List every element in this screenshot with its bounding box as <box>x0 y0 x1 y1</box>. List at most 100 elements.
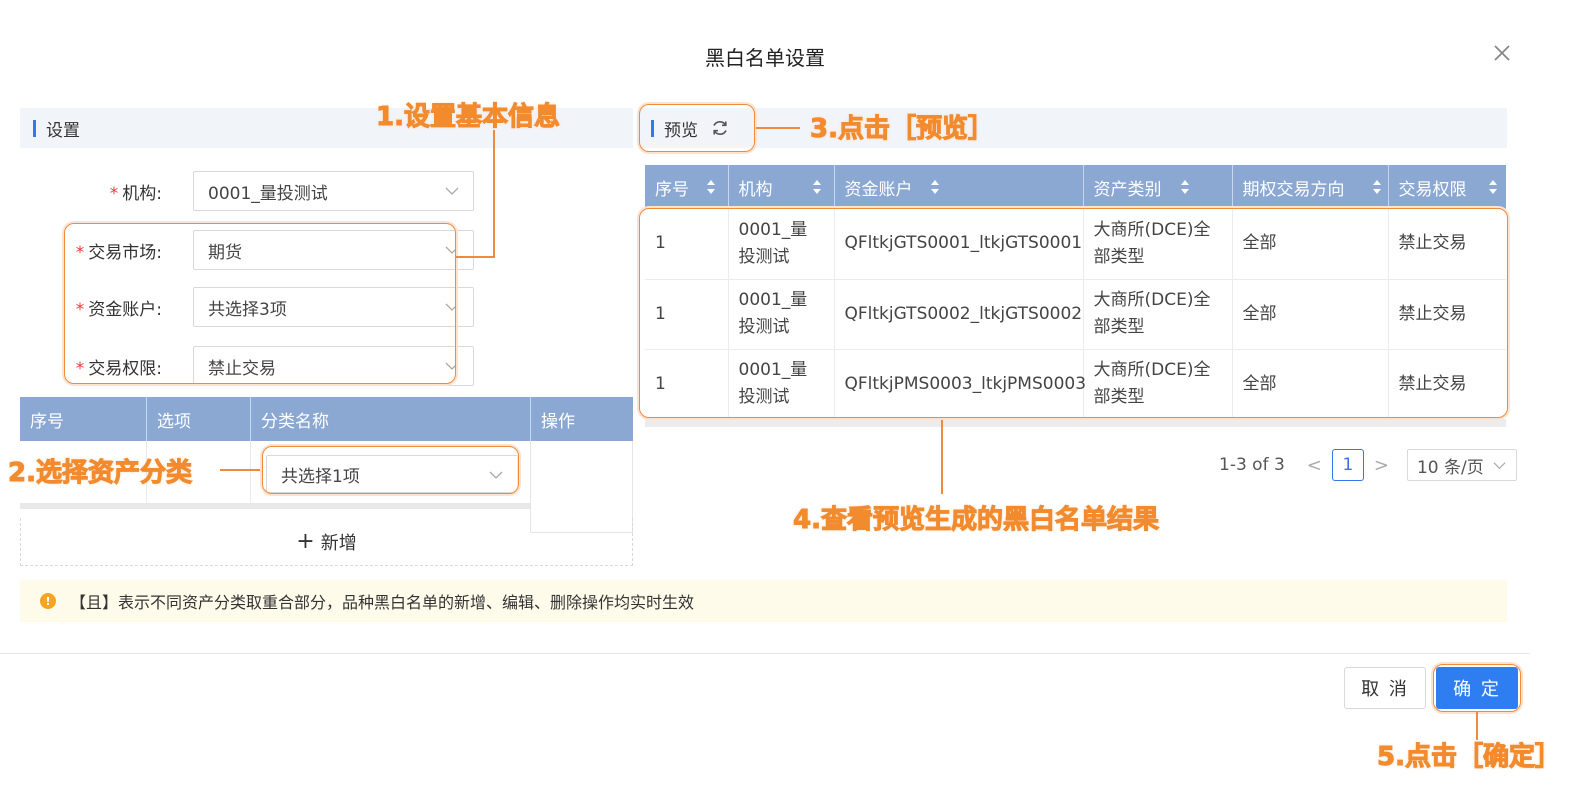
add-category-label: 新增 <box>320 532 357 554</box>
cell-account: QFltkjGTS0002_ltkjGTS0002 <box>834 279 1084 350</box>
annotation-step1: 1.设置基本信息 <box>376 102 561 133</box>
account-select[interactable]: 共选择3项 <box>193 287 474 327</box>
annotation-step4: 4.查看预览生成的黑白名单结果 <box>793 505 1160 536</box>
col-header-label: 交易权限 <box>1398 179 1467 200</box>
col-header-label: 期权交易方向 <box>1242 179 1345 200</box>
cancel-button[interactable]: 取 消 <box>1344 667 1426 709</box>
col-header-index[interactable]: 序号 <box>645 165 729 209</box>
col-header-label: 资产类别 <box>1093 179 1162 200</box>
cell-direction: 全部 <box>1232 279 1389 350</box>
info-notice: ! 【且】表示不同资产分类取重合部分，品种黑白名单的新增、编辑、删除操作均实时生… <box>20 580 1507 622</box>
add-category-button[interactable]: + 新增 <box>20 518 633 566</box>
col-header-option: 选项 <box>147 397 251 441</box>
col-header-label: 资金账户 <box>844 179 913 200</box>
cell-permission: 禁止交易 <box>1388 349 1506 420</box>
permission-label-text: 交易权限: <box>88 358 162 379</box>
col-header-direction[interactable]: 期权交易方向 <box>1232 165 1389 209</box>
required-mark: * <box>109 183 119 204</box>
section-accent-bar <box>33 119 36 137</box>
required-mark: * <box>75 358 85 379</box>
connector-line <box>493 130 495 258</box>
cell-account: QFltkjGTS0001_ltkjGTS0001 <box>834 209 1084 280</box>
close-icon[interactable] <box>1489 40 1515 66</box>
cell-asset: 大商所(DCE)全部类型 <box>1083 209 1233 280</box>
chevron-down-icon <box>1493 462 1506 470</box>
market-label-text: 交易市场: <box>88 242 162 263</box>
section-accent-bar <box>651 119 654 137</box>
preview-button-label: 预览 <box>664 120 698 141</box>
org-select[interactable]: 0001_量投测试 <box>193 171 474 211</box>
page-size-select[interactable]: 10 条/页 <box>1406 449 1517 481</box>
sort-icon[interactable] <box>706 179 716 195</box>
cell-permission: 禁止交易 <box>1388 209 1506 280</box>
cell-org: 0001_量投测试 <box>728 349 835 420</box>
col-header-org[interactable]: 机构 <box>728 165 835 209</box>
annotation-step2: 2.选择资产分类 <box>8 458 193 489</box>
next-page-button[interactable]: > <box>1374 455 1389 476</box>
connector-line <box>756 127 800 129</box>
account-select-value: 共选择3项 <box>208 299 287 320</box>
permission-select[interactable]: 禁止交易 <box>193 346 474 386</box>
prev-page-button[interactable]: < <box>1307 455 1322 476</box>
cell-category-name: 共选择1项 <box>251 441 531 503</box>
sort-icon[interactable] <box>1488 179 1498 195</box>
warning-icon: ! <box>40 593 56 609</box>
org-label-text: 机构: <box>122 183 162 204</box>
market-label: * 交易市场: <box>20 238 170 263</box>
footer-divider <box>0 653 1530 654</box>
cell-index: 1 <box>645 349 729 420</box>
account-label: * 资金账户: <box>20 295 170 320</box>
col-header-asset[interactable]: 资产类别 <box>1083 165 1233 209</box>
col-header-account[interactable]: 资金账户 <box>834 165 1084 209</box>
annotation-step5: 5.点击［确定］ <box>1377 742 1562 773</box>
confirm-button[interactable]: 确 定 <box>1436 667 1518 709</box>
sort-icon[interactable] <box>930 179 940 195</box>
dialog-title: 黑白名单设置 <box>705 46 825 70</box>
settings-header-label: 设置 <box>46 120 80 141</box>
preview-table-header: 序号 机构 资金账户 资产类别 期权交易方向 交易权限 <box>645 165 1506 209</box>
chevron-down-icon <box>445 303 459 311</box>
org-select-value: 0001_量投测试 <box>208 183 328 204</box>
col-header-permission[interactable]: 交易权限 <box>1388 165 1506 209</box>
sort-icon[interactable] <box>812 179 822 195</box>
sort-icon[interactable] <box>1180 179 1190 195</box>
chevron-down-icon <box>489 471 503 479</box>
account-label-text: 资金账户: <box>88 299 162 320</box>
required-mark: * <box>75 299 85 320</box>
col-header-operation: 操作 <box>541 411 575 432</box>
connector-line <box>941 420 943 494</box>
preview-button[interactable]: 预览 <box>664 116 730 141</box>
pagination-range: 1-3 of 3 <box>1219 455 1285 475</box>
market-select-value: 期货 <box>208 242 242 263</box>
sort-icon[interactable] <box>1372 179 1382 195</box>
cell-asset: 大商所(DCE)全部类型 <box>1083 279 1233 350</box>
market-select[interactable]: 期货 <box>193 230 474 270</box>
notice-text: 【且】表示不同资产分类取重合部分，品种黑白名单的新增、编辑、删除操作均实时生效 <box>70 593 695 612</box>
cell-asset: 大商所(DCE)全部类型 <box>1083 349 1233 420</box>
annotation-step3: 3.点击［预览］ <box>810 114 995 145</box>
cell-direction: 全部 <box>1232 349 1389 420</box>
form-row-permission: * 交易权限: 禁止交易 <box>20 346 474 386</box>
cell-index: 1 <box>645 209 729 280</box>
form-row-account: * 资金账户: 共选择3项 <box>20 287 474 327</box>
cell-index: 1 <box>645 279 729 350</box>
col-header-category-name: 分类名称 <box>251 397 531 441</box>
cell-permission: 禁止交易 <box>1388 279 1506 350</box>
table-row: 1 0001_量投测试 QFltkjGTS0001_ltkjGTS0001 大商… <box>645 209 1506 280</box>
cell-org: 0001_量投测试 <box>728 209 835 280</box>
table-row: 1 0001_量投测试 QFltkjGTS0002_ltkjGTS0002 大商… <box>645 279 1506 350</box>
refresh-icon[interactable] <box>710 118 730 138</box>
cell-account: QFltkjPMS0003_ltkjPMS0003 <box>834 349 1086 420</box>
page-button-1[interactable]: 1 <box>1331 449 1364 481</box>
category-select[interactable]: 共选择1项 <box>266 455 518 493</box>
col-header-index: 序号 <box>20 397 147 441</box>
category-select-value: 共选择1项 <box>281 466 360 487</box>
page-size-value: 10 条/页 <box>1416 457 1484 478</box>
connector-line <box>456 256 494 258</box>
cell-direction: 全部 <box>1232 209 1389 280</box>
chevron-down-icon <box>445 362 459 370</box>
cell-org: 0001_量投测试 <box>728 279 835 350</box>
horizontal-scrollbar[interactable] <box>645 420 1506 427</box>
category-table-header: 序号 选项 分类名称 操作 <box>20 397 633 441</box>
chevron-down-icon <box>445 187 459 195</box>
